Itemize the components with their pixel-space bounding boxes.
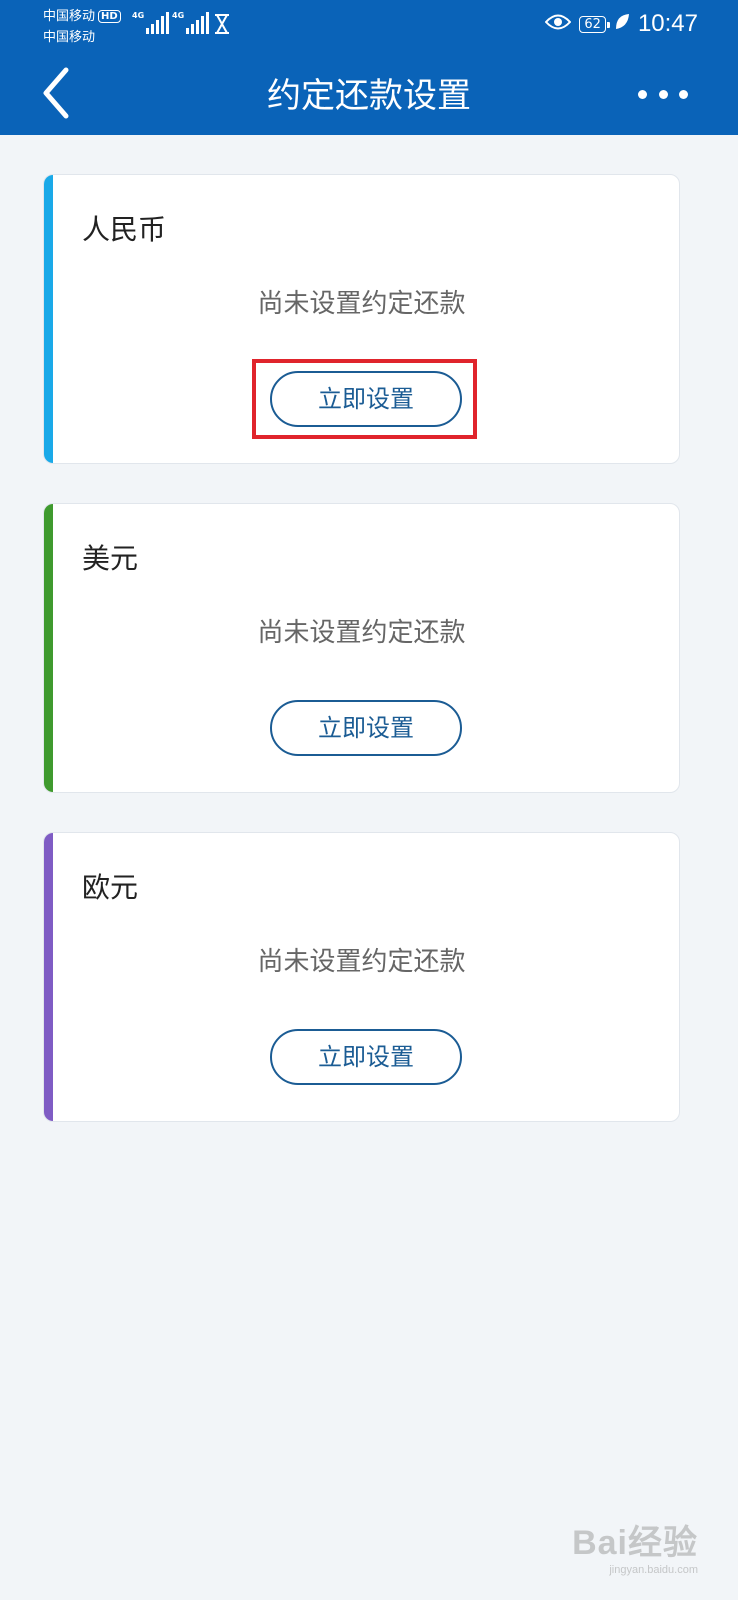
battery-icon: 62 <box>579 15 610 33</box>
network-type-label: 4G <box>132 11 145 20</box>
watermark: Bai经验 jingyan.baidu.com <box>572 1515 698 1576</box>
currency-card-eur: 欧元 尚未设置约定还款 立即设置 <box>43 832 680 1122</box>
more-dots-icon <box>638 89 647 99</box>
card-status-text: 尚未设置约定还款 <box>257 618 466 648</box>
page-title: 约定还款设置 <box>267 76 471 116</box>
hd-badge: HD <box>98 10 121 23</box>
setup-now-button[interactable]: 立即设置 <box>270 1029 462 1085</box>
carrier-label-1: 中国移动 HD <box>43 6 121 27</box>
watermark-url: jingyan.baidu.com <box>609 1564 698 1576</box>
signal-strength-icon-2: 4G <box>172 11 210 34</box>
currency-card-usd: 美元 尚未设置约定还款 立即设置 <box>43 503 680 793</box>
card-currency-title: 欧元 <box>82 871 139 904</box>
more-options-button[interactable] <box>638 84 688 104</box>
card-status-text: 尚未设置约定还款 <box>257 947 466 977</box>
status-bar-carriers: 中国移动 HD 中国移动 <box>43 6 121 48</box>
status-bar-right: 62 10:47 <box>545 10 698 38</box>
card-status-text: 尚未设置约定还款 <box>257 289 466 319</box>
app-header: 中国移动 HD 中国移动 4G 4G 62 10:47 约定还款设置 <box>0 0 738 135</box>
status-time: 10:47 <box>637 10 698 37</box>
network-type-label-2: 4G <box>172 11 185 20</box>
hourglass-icon <box>214 14 230 38</box>
setup-now-button[interactable]: 立即设置 <box>270 700 462 756</box>
carrier-label-2: 中国移动 <box>43 30 96 45</box>
card-currency-title: 美元 <box>82 542 139 575</box>
highlight-annotation-box <box>252 359 477 439</box>
eye-icon <box>545 12 572 37</box>
watermark-logo-text: Bai经验 <box>572 1524 698 1562</box>
leaf-icon <box>614 12 630 37</box>
card-currency-title: 人民币 <box>82 213 167 246</box>
signal-strength-icon: 4G <box>132 11 170 34</box>
